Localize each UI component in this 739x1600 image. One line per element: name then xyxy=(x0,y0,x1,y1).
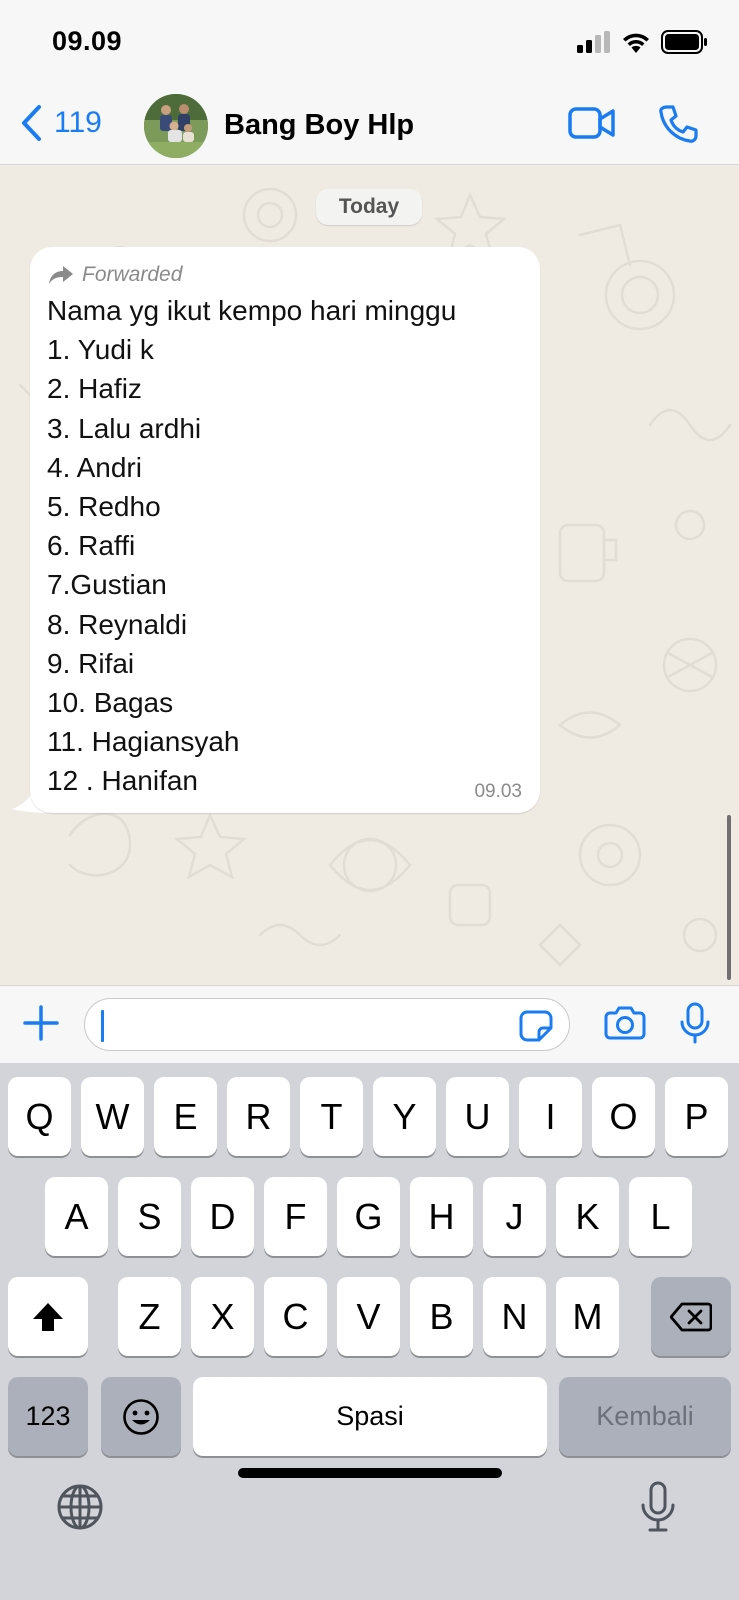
phone-icon xyxy=(659,105,698,143)
attach-button[interactable] xyxy=(22,1004,60,1047)
message-composer xyxy=(0,985,739,1063)
key-b[interactable]: B xyxy=(410,1277,473,1356)
key-v[interactable]: V xyxy=(337,1277,400,1356)
chat-header: 119 Bang Boy Hlp xyxy=(0,88,739,165)
return-key[interactable]: Kembali xyxy=(559,1377,731,1456)
unread-count: 119 xyxy=(54,106,102,139)
message-line: 11. Hagiansyah xyxy=(47,726,240,758)
keyboard: Q W E R T Y U I O P A S D F G H J K L Z … xyxy=(0,1063,739,1600)
key-f[interactable]: F xyxy=(264,1177,327,1256)
message-line: 3. Lalu ardhi xyxy=(47,412,202,444)
chevron-left-icon xyxy=(22,105,41,141)
key-a[interactable]: A xyxy=(45,1177,108,1256)
emoji-icon xyxy=(123,1398,159,1435)
message-line: 4. Andri xyxy=(47,451,142,483)
avatar-photo xyxy=(144,94,208,158)
plus-icon xyxy=(23,1005,59,1041)
message-line: 6. Raffi xyxy=(47,530,136,562)
message-line: 12 . Hanifan xyxy=(47,765,198,797)
message-timestamp: 09.03 xyxy=(474,781,522,802)
home-indicator[interactable] xyxy=(238,1468,502,1478)
voice-message-button[interactable] xyxy=(680,1002,710,1049)
message-line: 9. Rifai xyxy=(47,647,135,679)
message-line: Nama yg ikut kempo hari minggu xyxy=(47,295,457,326)
wifi-icon xyxy=(623,33,649,53)
video-call-icon xyxy=(568,107,615,139)
key-o[interactable]: O xyxy=(592,1077,655,1156)
key-h[interactable]: H xyxy=(410,1177,473,1256)
shift-arrow-icon xyxy=(33,1302,63,1331)
status-bar: 09.09 xyxy=(0,0,739,88)
key-p[interactable]: P xyxy=(665,1077,728,1156)
key-q[interactable]: Q xyxy=(8,1077,71,1156)
microphone-icon xyxy=(680,1002,710,1044)
message-line: 10. Bagas xyxy=(47,687,174,719)
message-line: 1. Yudi k xyxy=(47,334,154,366)
backspace-key[interactable] xyxy=(651,1277,731,1356)
status-icons xyxy=(577,30,709,54)
key-t[interactable]: T xyxy=(300,1077,363,1156)
key-x[interactable]: X xyxy=(191,1277,254,1356)
key-e[interactable]: E xyxy=(154,1077,217,1156)
message-text: Nama yg ikut kempo hari minggu 1. Yudi k… xyxy=(47,291,456,801)
key-w[interactable]: W xyxy=(81,1077,144,1156)
forwarded-indicator: Forwarded xyxy=(48,263,182,287)
battery-icon xyxy=(661,30,707,54)
sticker-icon xyxy=(519,1010,553,1042)
message-line: 5. Redho xyxy=(47,491,161,523)
chat-scrollbar[interactable] xyxy=(727,815,731,980)
contact-avatar[interactable] xyxy=(144,94,208,158)
key-y[interactable]: Y xyxy=(373,1077,436,1156)
chat-area[interactable]: Today Forwarded Nama yg ikut kempo hari … xyxy=(0,165,739,985)
status-time: 09.09 xyxy=(52,26,123,56)
date-separator: Today xyxy=(316,189,422,225)
forwarded-label: Forwarded xyxy=(82,263,183,286)
key-z[interactable]: Z xyxy=(118,1277,181,1356)
back-button[interactable]: 119 xyxy=(20,104,102,142)
key-c[interactable]: C xyxy=(264,1277,327,1356)
key-l[interactable]: L xyxy=(629,1177,692,1256)
forward-arrow-icon xyxy=(49,266,73,284)
video-call-button[interactable] xyxy=(568,106,616,145)
key-k[interactable]: K xyxy=(556,1177,619,1256)
delete-icon xyxy=(670,1302,712,1331)
key-m[interactable]: M xyxy=(556,1277,619,1356)
microphone-icon xyxy=(641,1481,675,1532)
key-s[interactable]: S xyxy=(118,1177,181,1256)
emoji-key[interactable] xyxy=(101,1377,181,1456)
language-switch-button[interactable] xyxy=(56,1483,104,1536)
sticker-button[interactable] xyxy=(519,1010,553,1047)
contact-name[interactable]: Bang Boy Hlp xyxy=(224,109,414,142)
key-i[interactable]: I xyxy=(519,1077,582,1156)
globe-icon xyxy=(57,1484,103,1530)
dictation-button[interactable] xyxy=(640,1481,676,1538)
shift-key[interactable] xyxy=(8,1277,88,1356)
message-input[interactable] xyxy=(84,998,570,1051)
key-u[interactable]: U xyxy=(446,1077,509,1156)
voice-call-button[interactable] xyxy=(658,104,698,149)
numbers-key[interactable]: 123 xyxy=(8,1377,88,1456)
text-caret xyxy=(101,1010,104,1042)
space-key[interactable]: Spasi xyxy=(193,1377,547,1456)
key-g[interactable]: G xyxy=(337,1177,400,1256)
message-line: 2. Hafiz xyxy=(47,373,142,405)
message-line: 7.Gustian xyxy=(47,569,167,601)
key-n[interactable]: N xyxy=(483,1277,546,1356)
message-line: 8. Reynaldi xyxy=(47,608,188,640)
camera-icon xyxy=(604,1006,646,1040)
cellular-signal-icon xyxy=(577,31,610,53)
message-bubble[interactable]: Forwarded Nama yg ikut kempo hari minggu… xyxy=(30,247,540,813)
key-d[interactable]: D xyxy=(191,1177,254,1256)
key-r[interactable]: R xyxy=(227,1077,290,1156)
key-j[interactable]: J xyxy=(483,1177,546,1256)
camera-button[interactable] xyxy=(604,1006,646,1045)
